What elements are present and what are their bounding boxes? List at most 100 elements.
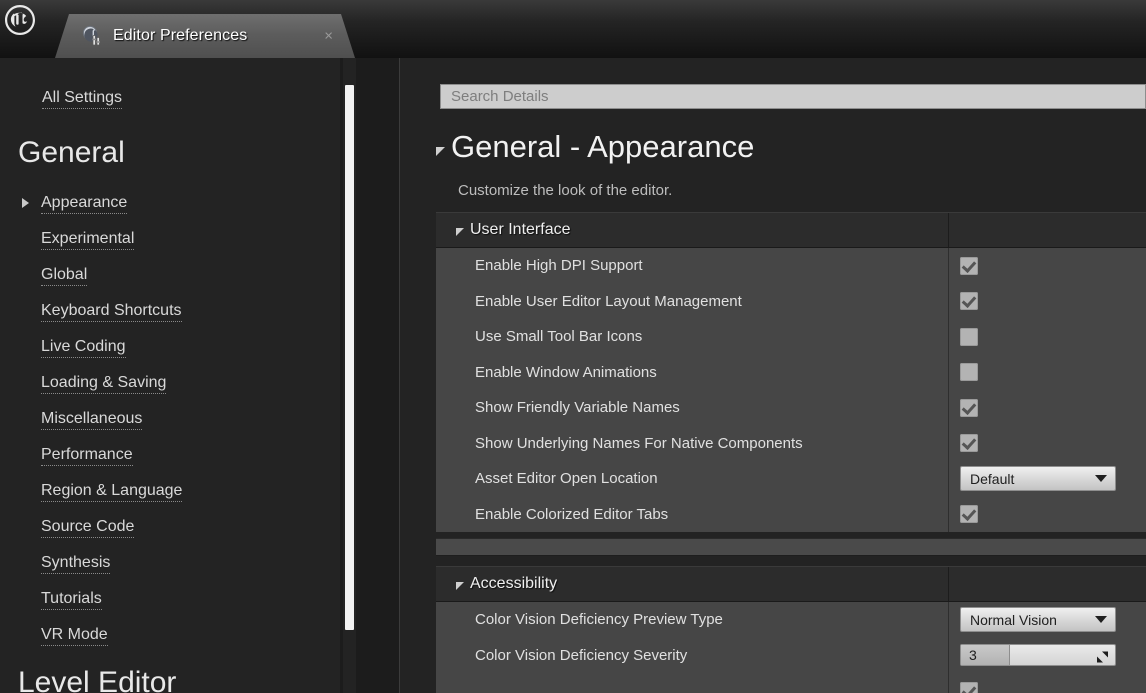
unreal-engine-logo-icon bbox=[0, 0, 40, 40]
drag-handle-icon[interactable] bbox=[1097, 650, 1108, 663]
sidebar-item-performance[interactable]: Performance bbox=[41, 446, 133, 466]
slider-value: 3 bbox=[969, 647, 977, 664]
sidebar-item-keyboard-shortcuts[interactable]: Keyboard Shortcuts bbox=[41, 302, 182, 322]
table-row[interactable]: Color Vision Deficiency Severity 3 bbox=[436, 637, 1146, 674]
search-input[interactable] bbox=[449, 87, 1145, 106]
setting-label: Enable Colorized Editor Tabs bbox=[475, 505, 669, 523]
setting-value bbox=[960, 390, 978, 426]
column-divider bbox=[948, 425, 949, 461]
sidebar-item-global[interactable]: Global bbox=[41, 266, 88, 286]
table-row[interactable]: Color Vision Deficiency Preview Type Nor… bbox=[436, 602, 1146, 638]
collapse-section-icon[interactable] bbox=[456, 228, 464, 236]
table-row[interactable]: Show Underlying Names For Native Compone… bbox=[436, 425, 1146, 462]
tab-editor-preferences[interactable]: Editor Preferences × bbox=[55, 14, 355, 58]
sidebar-item-vr-mode[interactable]: VR Mode bbox=[41, 626, 108, 646]
setting-label: Color Vision Deficiency Preview Type bbox=[475, 611, 723, 629]
table-row[interactable] bbox=[436, 673, 1146, 693]
checkbox-enable-window-animations[interactable] bbox=[960, 363, 978, 382]
setting-value: Normal Vision bbox=[960, 602, 1116, 638]
sidebar-item-source-code[interactable]: Source Code bbox=[41, 518, 135, 538]
sidebar-item-loading-and-saving[interactable]: Loading & Saving bbox=[41, 374, 167, 394]
column-divider bbox=[948, 567, 949, 601]
column-divider bbox=[948, 213, 949, 247]
table-row[interactable]: Enable High DPI Support bbox=[436, 248, 1146, 284]
expand-appearance-icon[interactable] bbox=[22, 198, 29, 208]
setting-value bbox=[960, 673, 978, 693]
dropdown-selected-value: Normal Vision bbox=[970, 611, 1057, 628]
sidebar-item-region-and-language[interactable]: Region & Language bbox=[41, 482, 183, 502]
dropdown-asset-editor-open-location[interactable]: Default bbox=[960, 466, 1116, 492]
title-bar: Editor Preferences × bbox=[0, 0, 1146, 58]
checkbox-partial-row[interactable] bbox=[960, 681, 978, 693]
setting-value bbox=[960, 426, 978, 462]
setting-value bbox=[960, 248, 978, 284]
setting-value bbox=[960, 284, 978, 320]
setting-label: Enable High DPI Support bbox=[475, 257, 643, 275]
sidebar-item-appearance[interactable]: Appearance bbox=[41, 194, 128, 214]
sidebar-item-experimental[interactable]: Experimental bbox=[41, 230, 135, 250]
column-divider bbox=[948, 673, 949, 693]
search-details-box[interactable] bbox=[440, 84, 1146, 109]
table-row[interactable]: Enable Colorized Editor Tabs bbox=[436, 496, 1146, 533]
section-user-interface: User Interface Enable High DPI Support E… bbox=[436, 212, 1146, 532]
section-spacer bbox=[436, 538, 1146, 556]
sidebar-item-miscellaneous[interactable]: Miscellaneous bbox=[41, 410, 143, 430]
tab-close-icon[interactable]: × bbox=[324, 29, 333, 44]
table-row[interactable]: Enable User Editor Layout Management bbox=[436, 283, 1146, 320]
sidebar-item-live-coding[interactable]: Live Coding bbox=[41, 338, 126, 358]
column-divider bbox=[948, 602, 949, 638]
section-header-accessibility[interactable]: Accessibility bbox=[436, 566, 1146, 602]
details-panel: General - Appearance Customize the look … bbox=[400, 58, 1146, 693]
page-subtitle: Customize the look of the editor. bbox=[458, 182, 673, 199]
setting-label: Color Vision Deficiency Severity bbox=[475, 646, 688, 664]
setting-label: Show Underlying Names For Native Compone… bbox=[475, 434, 803, 452]
section-title: Accessibility bbox=[470, 575, 558, 592]
checkbox-show-friendly-variable-names[interactable] bbox=[960, 398, 978, 417]
sidebar-item-all-settings[interactable]: All Settings bbox=[42, 89, 123, 109]
collapse-page-icon[interactable] bbox=[436, 146, 445, 156]
column-divider bbox=[948, 354, 949, 390]
chevron-down-icon bbox=[1095, 616, 1107, 624]
page-title: General - Appearance bbox=[451, 129, 755, 164]
column-divider bbox=[948, 496, 949, 532]
dropdown-selected-value: Default bbox=[970, 470, 1015, 487]
checkbox-enable-user-editor-layout-management[interactable] bbox=[960, 292, 978, 311]
table-row[interactable]: Enable Window Animations bbox=[436, 354, 1146, 391]
dropdown-color-vision-deficiency-preview-type[interactable]: Normal Vision bbox=[960, 607, 1116, 633]
setting-label: Enable Window Animations bbox=[475, 363, 657, 381]
setting-value bbox=[960, 497, 978, 533]
setting-label: Asset Editor Open Location bbox=[475, 470, 658, 488]
setting-value bbox=[960, 319, 978, 355]
editor-preferences-icon bbox=[81, 25, 103, 47]
section-accessibility: Accessibility Color Vision Deficiency Pr… bbox=[436, 566, 1146, 693]
sidebar-scrollbar-thumb[interactable] bbox=[345, 85, 354, 630]
setting-label: Enable User Editor Layout Management bbox=[475, 292, 742, 310]
sidebar-group-general: General bbox=[18, 136, 125, 169]
setting-value: 3 bbox=[960, 638, 1116, 674]
settings-sidebar: All Settings General Appearance Experime… bbox=[0, 58, 340, 693]
collapse-section-icon[interactable] bbox=[456, 582, 464, 590]
column-divider bbox=[948, 637, 949, 673]
sidebar-group-level-editor: Level Editor bbox=[18, 666, 177, 693]
sidebar-item-synthesis[interactable]: Synthesis bbox=[41, 554, 111, 574]
checkbox-enable-high-dpi-support[interactable] bbox=[960, 256, 978, 275]
section-title: User Interface bbox=[470, 221, 571, 238]
column-divider bbox=[948, 390, 949, 426]
chevron-down-icon bbox=[1095, 475, 1107, 483]
column-divider bbox=[948, 283, 949, 319]
checkbox-enable-colorized-editor-tabs[interactable] bbox=[960, 505, 978, 524]
checkbox-show-underlying-names-for-native-components[interactable] bbox=[960, 434, 978, 453]
column-divider bbox=[948, 461, 949, 497]
setting-label: Show Friendly Variable Names bbox=[475, 399, 680, 417]
checkbox-use-small-tool-bar-icons[interactable] bbox=[960, 327, 978, 346]
tab-title: Editor Preferences bbox=[113, 27, 248, 44]
table-row[interactable]: Asset Editor Open Location Default bbox=[436, 461, 1146, 497]
table-row[interactable]: Use Small Tool Bar Icons bbox=[436, 319, 1146, 355]
sidebar-item-tutorials[interactable]: Tutorials bbox=[41, 590, 102, 610]
column-divider bbox=[948, 248, 949, 284]
setting-value bbox=[960, 355, 978, 391]
slider-color-vision-deficiency-severity[interactable]: 3 bbox=[960, 644, 1116, 667]
page-title-row[interactable]: General - Appearance bbox=[436, 130, 754, 164]
table-row[interactable]: Show Friendly Variable Names bbox=[436, 390, 1146, 426]
section-header-user-interface[interactable]: User Interface bbox=[436, 212, 1146, 248]
